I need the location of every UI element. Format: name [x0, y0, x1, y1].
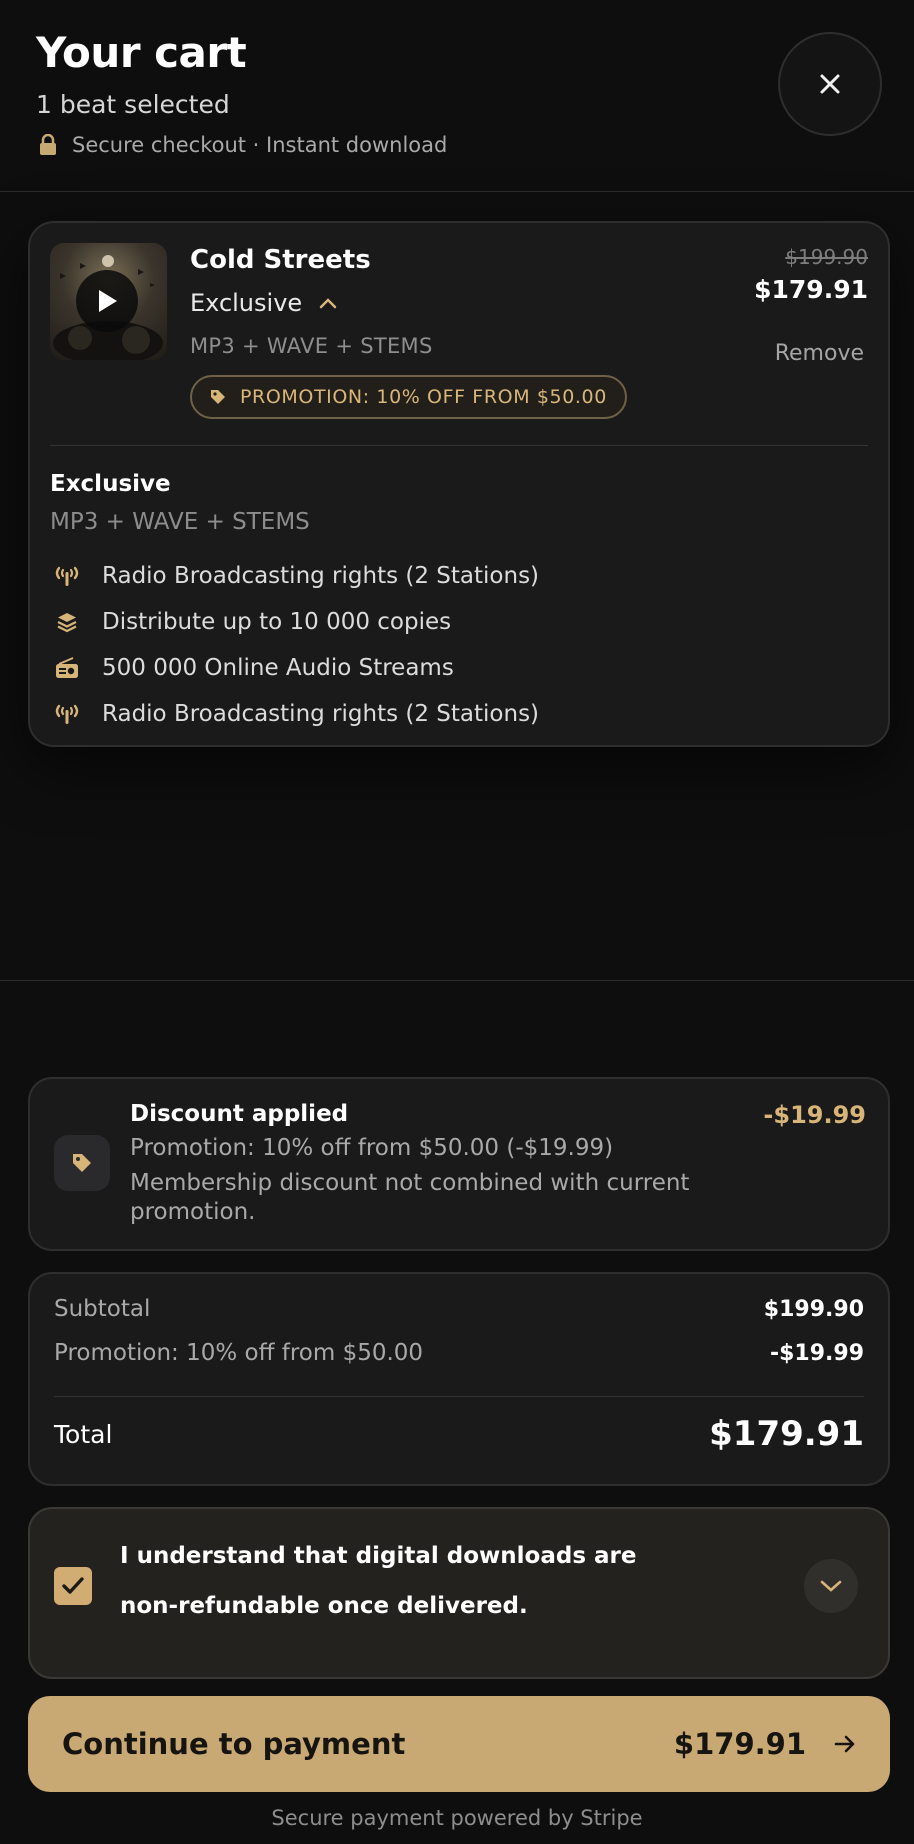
- discount-amount: -$19.99: [763, 1101, 866, 1129]
- pay-button-right: $179.91: [674, 1727, 856, 1761]
- consent-checkbox[interactable]: [54, 1567, 92, 1605]
- feature-item: 500 000 Online Audio Streams: [50, 645, 539, 691]
- pay-button-amount: $179.91: [673, 1727, 806, 1761]
- play-button[interactable]: [76, 270, 138, 332]
- checkmark-icon: [62, 1577, 84, 1594]
- discount-title: Discount applied: [130, 1101, 349, 1127]
- expand-button[interactable]: [804, 1559, 858, 1613]
- cart-item-card: Cold Streets Exclusive MP3 + WAVE + STEM…: [28, 221, 890, 747]
- total-row: Total $179.91: [54, 1414, 864, 1454]
- close-button[interactable]: [778, 32, 882, 136]
- layers-icon: [50, 611, 84, 633]
- arrow-right-icon: [834, 1735, 855, 1753]
- refund-consent-card: I understand that digital downloads are …: [28, 1507, 890, 1679]
- discount-card: Discount applied Promotion: 10% off from…: [28, 1077, 890, 1251]
- order-summary: Subtotal $199.90 Promotion: 10% off from…: [28, 1272, 890, 1486]
- tag-icon: [73, 1154, 91, 1172]
- total-value: $179.91: [709, 1414, 864, 1454]
- license-selector[interactable]: Exclusive: [190, 289, 338, 317]
- subtotal-value: $199.90: [763, 1296, 864, 1322]
- lock-icon: [38, 133, 58, 156]
- consent-text: I understand that digital downloads are …: [120, 1543, 637, 1619]
- chevron-down-icon: [820, 1580, 842, 1592]
- radio-icon: [50, 657, 84, 679]
- discount-note: Membership discount not combined with cu…: [130, 1170, 690, 1225]
- close-icon: [820, 74, 840, 94]
- pay-button-label: Continue to payment: [62, 1727, 406, 1761]
- license-details-title: Exclusive: [50, 471, 171, 497]
- license-details-formats: MP3 + WAVE + STEMS: [50, 509, 310, 535]
- original-price: $199.90: [785, 245, 868, 269]
- promotion-row: Promotion: 10% off from $50.00 -$19.99: [54, 1340, 864, 1366]
- discount-description: Promotion: 10% off from $50.00 (-$19.99): [130, 1135, 614, 1161]
- beat-cover-image: [50, 243, 167, 360]
- divider: [54, 1396, 864, 1397]
- tag-icon: [211, 390, 225, 404]
- promotion-label: Promotion: 10% off from $50.00: [54, 1340, 424, 1366]
- feature-item: Distribute up to 10 000 copies: [50, 599, 539, 645]
- secure-checkout-note: Secure checkout · Instant download: [38, 133, 447, 157]
- play-icon: [99, 290, 117, 312]
- stripe-note: Secure payment powered by Stripe: [271, 1806, 643, 1830]
- feature-text: Radio Broadcasting rights (2 Stations): [102, 563, 540, 589]
- divider: [50, 445, 868, 446]
- promotion-value: -$19.99: [769, 1340, 864, 1366]
- chevron-up-icon: [319, 298, 337, 309]
- section-divider: [0, 980, 914, 981]
- remove-button[interactable]: Remove: [775, 341, 864, 366]
- subtotal-row: Subtotal $199.90: [54, 1296, 864, 1322]
- total-label: Total: [54, 1419, 113, 1449]
- page-title: Your cart: [36, 28, 247, 77]
- feature-text: Distribute up to 10 000 copies: [102, 609, 452, 635]
- cart-header: Your cart 1 beat selected Secure checkou…: [0, 0, 914, 192]
- promotion-badge: PROMOTION: 10% OFF FROM $50.00: [190, 375, 627, 419]
- feature-item: Radio Broadcasting rights (2 Stations): [50, 553, 539, 599]
- radio-antenna-icon: [50, 703, 84, 725]
- license-name: Exclusive: [190, 289, 303, 317]
- radio-antenna-icon: [50, 565, 84, 587]
- secure-text: Secure checkout · Instant download: [72, 133, 448, 157]
- feature-text: 500 000 Online Audio Streams: [102, 655, 454, 681]
- beat-title: Cold Streets: [190, 245, 371, 275]
- cart-count: 1 beat selected: [36, 90, 230, 119]
- license-formats: MP3 + WAVE + STEMS: [190, 334, 433, 358]
- promotion-text: PROMOTION: 10% OFF FROM $50.00: [240, 386, 607, 408]
- feature-item: Radio Broadcasting rights (2 Stations): [50, 691, 539, 737]
- license-features-list: Radio Broadcasting rights (2 Stations) D…: [50, 553, 539, 737]
- discounted-price: $179.91: [754, 275, 868, 304]
- discount-tag-box: [54, 1135, 110, 1191]
- continue-to-payment-button[interactable]: Continue to payment $179.91: [28, 1696, 890, 1792]
- subtotal-label: Subtotal: [54, 1296, 151, 1322]
- feature-text: Radio Broadcasting rights (2 Stations): [102, 701, 540, 727]
